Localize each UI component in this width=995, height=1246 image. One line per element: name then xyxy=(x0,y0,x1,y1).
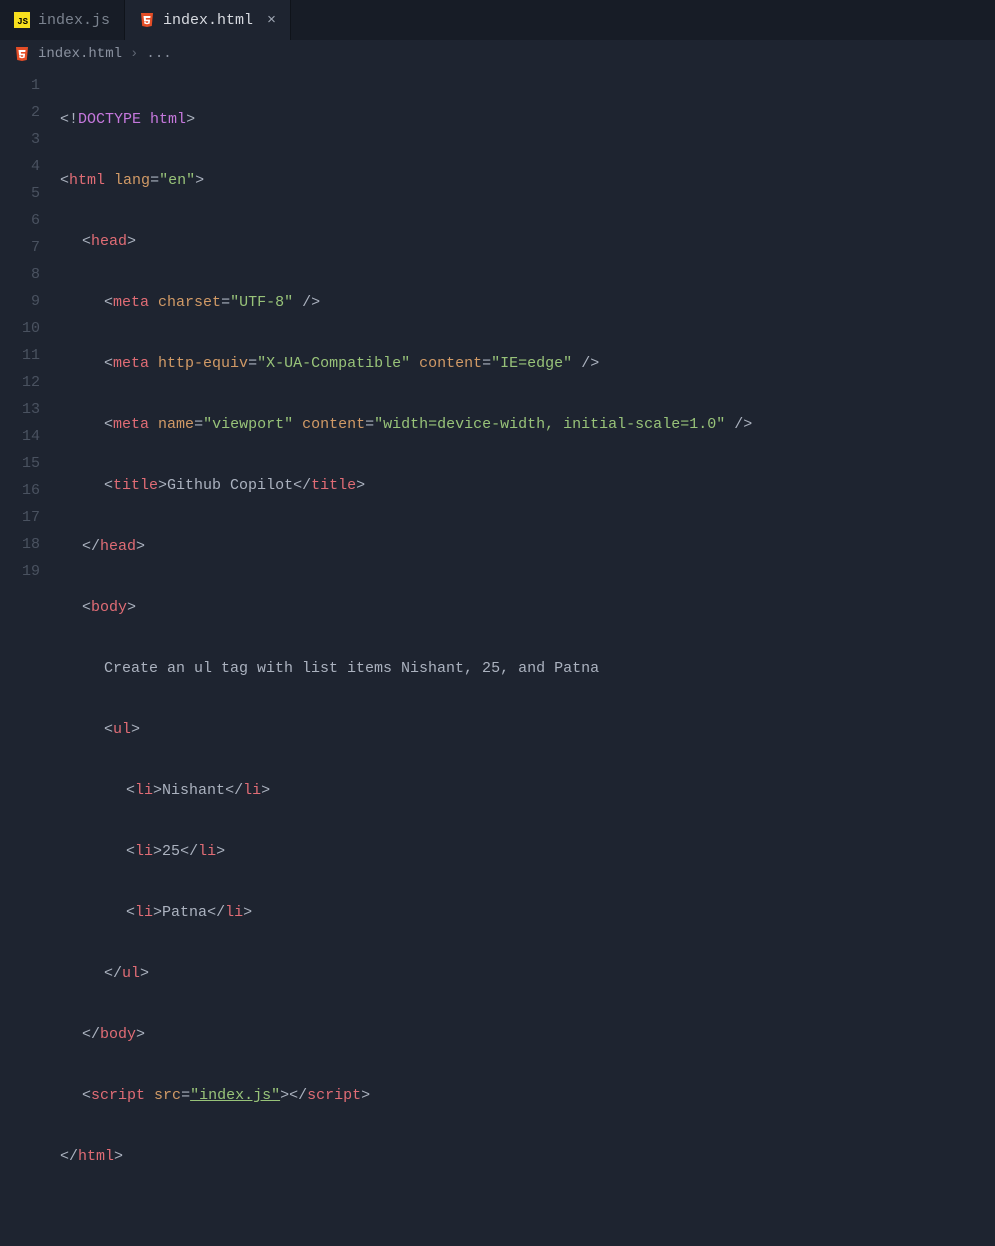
code-line[interactable]: <html lang="en"> xyxy=(60,167,995,194)
tab-label: index.html xyxy=(163,12,253,29)
code-line[interactable]: <ul> xyxy=(60,716,995,743)
html-icon xyxy=(14,46,30,62)
tab-label: index.js xyxy=(38,12,110,29)
code-line[interactable]: </body> xyxy=(60,1021,995,1048)
line-number: 14 xyxy=(0,423,40,450)
code-line[interactable]: Create an ul tag with list items Nishant… xyxy=(60,655,995,682)
breadcrumb[interactable]: index.html › ... xyxy=(0,40,995,68)
code-line[interactable] xyxy=(60,1204,995,1231)
line-gutter: 1 2 3 4 5 6 7 8 9 10 11 12 13 14 15 16 1… xyxy=(0,72,60,1246)
code-line[interactable]: </ul> xyxy=(60,960,995,987)
tab-index-js[interactable]: JS index.js xyxy=(0,0,125,40)
line-number: 4 xyxy=(0,153,40,180)
line-number: 1 xyxy=(0,72,40,99)
tab-index-html[interactable]: index.html × xyxy=(125,0,291,40)
code-line[interactable]: <meta charset="UTF-8" /> xyxy=(60,289,995,316)
line-number: 7 xyxy=(0,234,40,261)
line-number: 10 xyxy=(0,315,40,342)
line-number: 8 xyxy=(0,261,40,288)
tab-bar: JS index.js index.html × xyxy=(0,0,995,40)
code-line[interactable]: <title>Github Copilot</title> xyxy=(60,472,995,499)
line-number: 6 xyxy=(0,207,40,234)
line-number: 5 xyxy=(0,180,40,207)
code-line[interactable]: </html> xyxy=(60,1143,995,1170)
code-line[interactable]: <meta http-equiv="X-UA-Compatible" conte… xyxy=(60,350,995,377)
code-line[interactable]: <body> xyxy=(60,594,995,621)
html-icon xyxy=(139,12,155,28)
breadcrumb-rest: ... xyxy=(146,46,171,62)
js-icon: JS xyxy=(14,12,30,28)
line-number: 19 xyxy=(0,558,40,585)
breadcrumb-file: index.html xyxy=(38,46,122,62)
code-line[interactable]: <meta name="viewport" content="width=dev… xyxy=(60,411,995,438)
code-line[interactable]: <li>Patna</li> xyxy=(60,899,995,926)
line-number: 3 xyxy=(0,126,40,153)
line-number: 12 xyxy=(0,369,40,396)
close-icon[interactable]: × xyxy=(267,12,276,29)
code-line[interactable]: </head> xyxy=(60,533,995,560)
code-line[interactable]: <!DOCTYPE html> xyxy=(60,106,995,133)
code-area[interactable]: <!DOCTYPE html> <html lang="en"> <head> … xyxy=(60,72,995,1246)
code-line[interactable]: <li>Nishant</li> xyxy=(60,777,995,804)
line-number: 16 xyxy=(0,477,40,504)
line-number: 15 xyxy=(0,450,40,477)
line-number: 18 xyxy=(0,531,40,558)
line-number: 9 xyxy=(0,288,40,315)
code-line[interactable]: <head> xyxy=(60,228,995,255)
code-line[interactable]: <script src="index.js"></script> xyxy=(60,1082,995,1109)
editor[interactable]: 1 2 3 4 5 6 7 8 9 10 11 12 13 14 15 16 1… xyxy=(0,68,995,1246)
line-number: 2 xyxy=(0,99,40,126)
code-line[interactable]: <li>25</li> xyxy=(60,838,995,865)
line-number: 13 xyxy=(0,396,40,423)
line-number: 17 xyxy=(0,504,40,531)
line-number: 11 xyxy=(0,342,40,369)
chevron-right-icon: › xyxy=(130,46,138,62)
